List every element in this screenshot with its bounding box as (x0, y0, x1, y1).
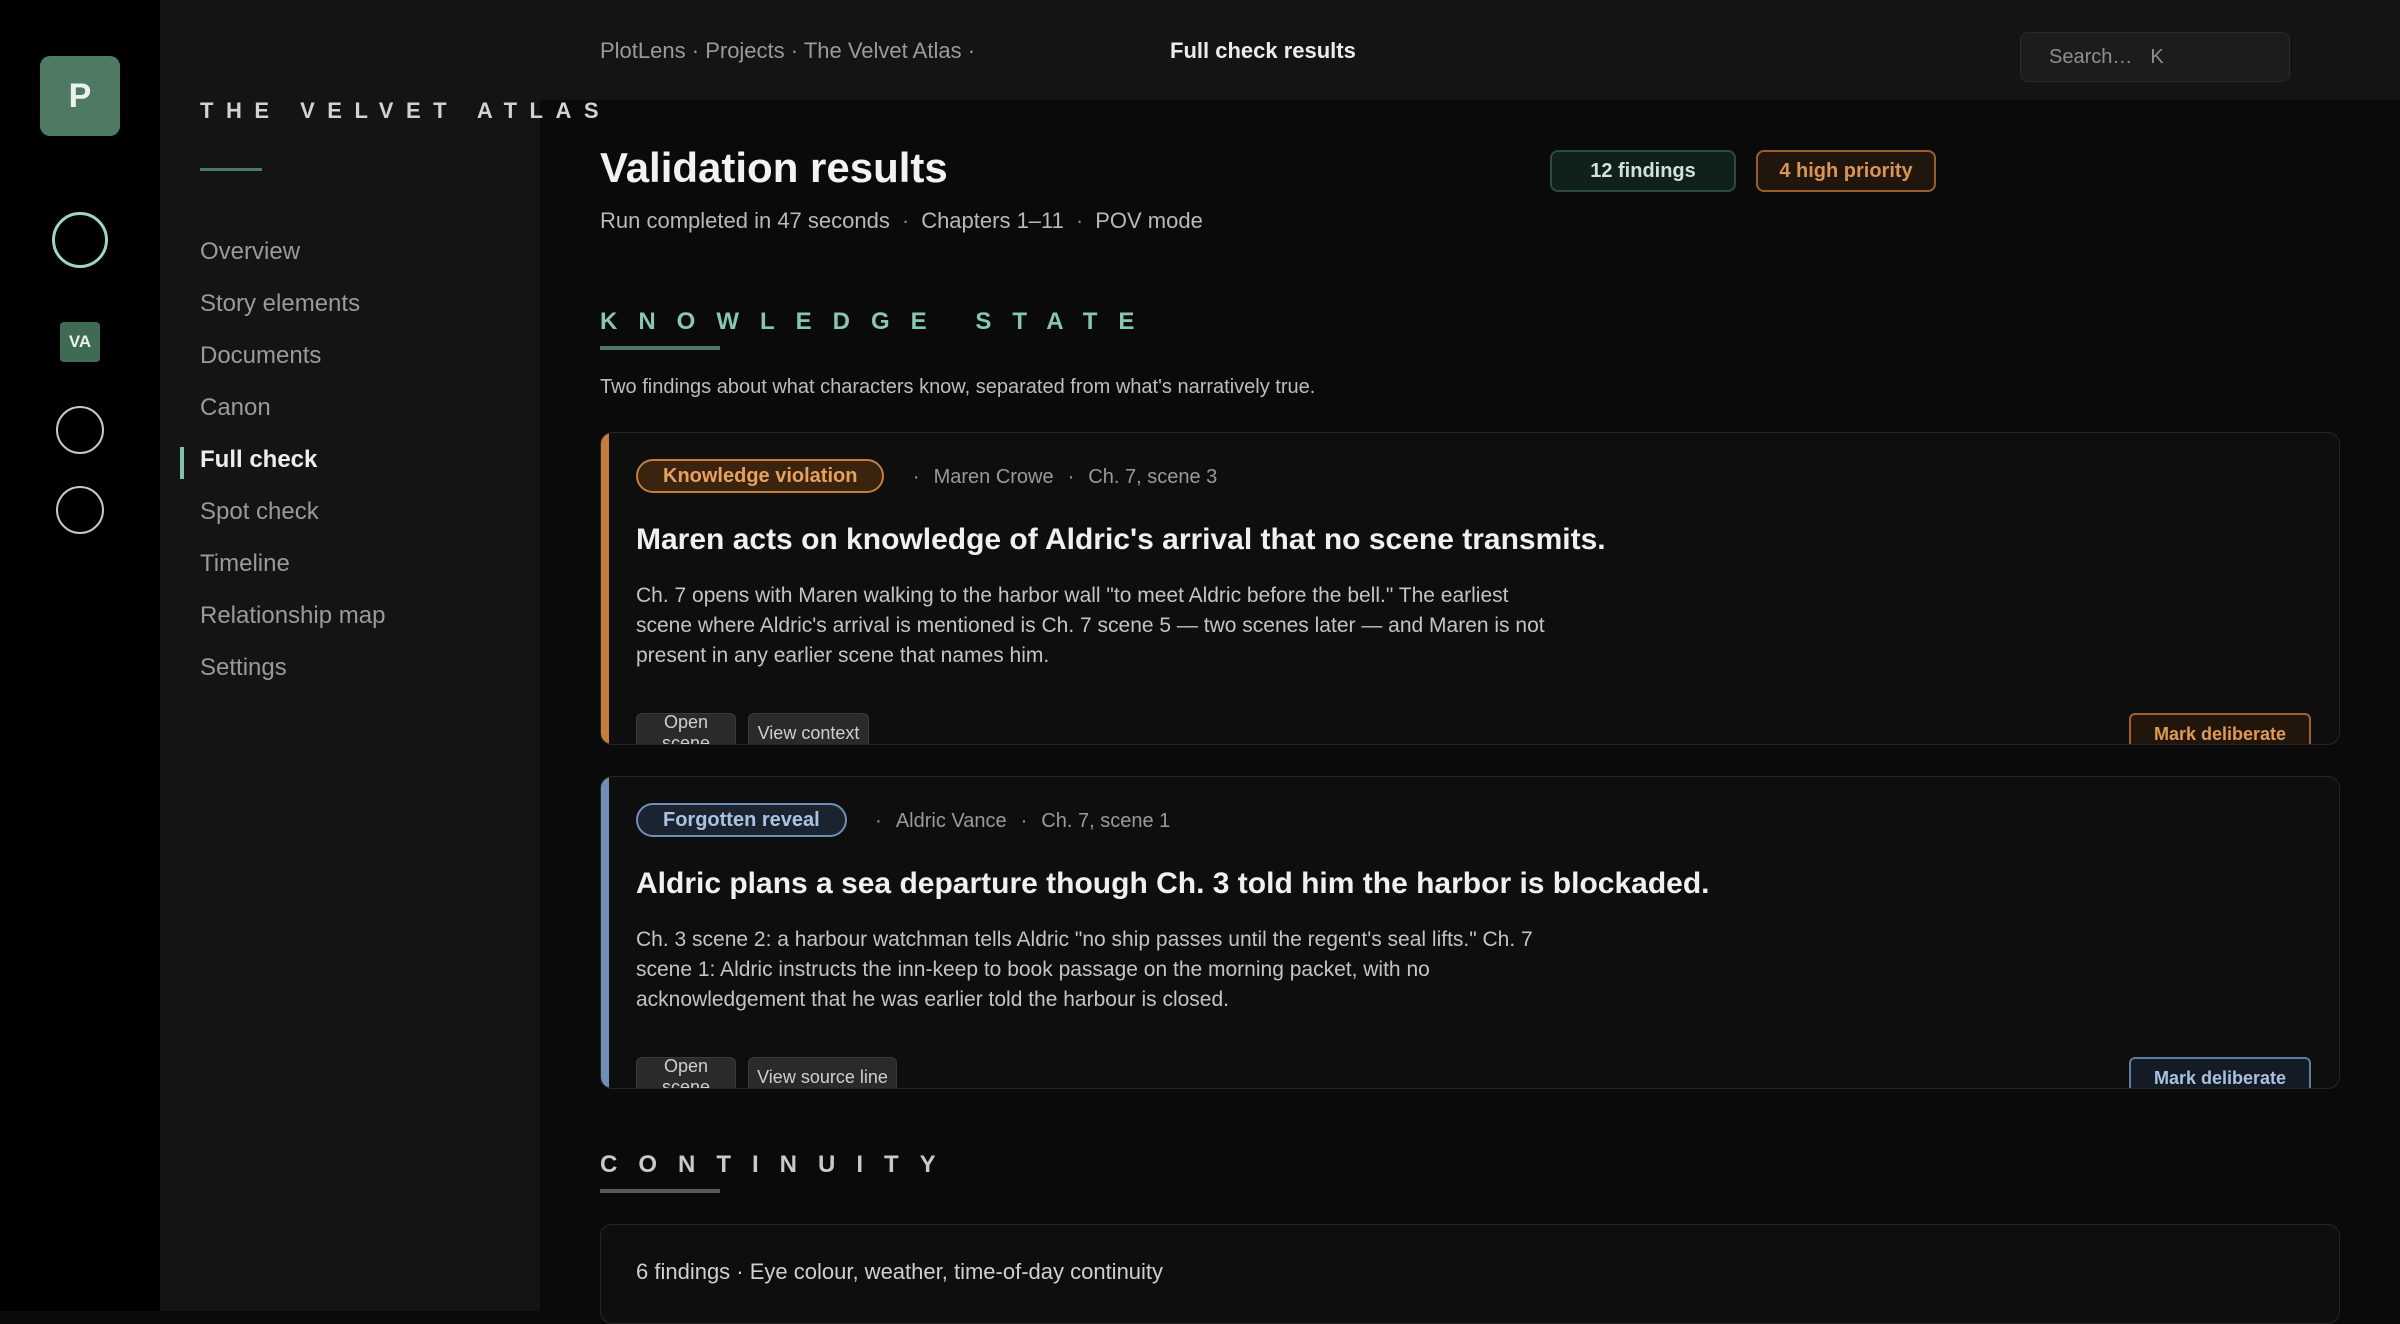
sidebar-item-settings[interactable]: Settings (200, 646, 385, 698)
run-meta: Run completed in 47 seconds · Chapters 1–1… (600, 208, 1203, 234)
finding-body: Ch. 7 opens with Maren walking to the ha… (636, 584, 1545, 667)
icon-rail: P VA (0, 0, 160, 1311)
sidebar-item-full-check[interactable]: Full check (179, 438, 385, 490)
finding-tag: Forgotten reveal (636, 803, 847, 837)
breadcrumb-separator: · (961, 38, 976, 63)
breadcrumb: PlotLens · Projects · The Velvet Atlas · (600, 38, 975, 64)
search-placeholder: Search… (2049, 45, 2133, 68)
section-underline (600, 1189, 720, 1193)
rail-circle-icon-active[interactable] (52, 212, 108, 268)
meta-separator: · (901, 208, 910, 233)
breadcrumb-separator: · (685, 38, 706, 63)
section-heading-continuity: CONTINUITY (600, 1151, 957, 1178)
rail-circle-icon[interactable] (56, 406, 104, 454)
high-priority-badge[interactable]: 4 high priority (1756, 150, 1936, 192)
run-duration: Run completed in 47 seconds (600, 208, 890, 233)
section-heading-knowledge: KNOWLEDGE STATE (600, 308, 1156, 335)
sidebar-item-canon[interactable]: Canon (200, 386, 385, 438)
finding-character[interactable]: Aldric Vance (896, 810, 1007, 832)
breadcrumb-projects[interactable]: Projects (705, 38, 784, 63)
finding-body: Ch. 3 scene 2: a harbour watchman tells … (636, 928, 1533, 1011)
sidebar-item-documents[interactable]: Documents (200, 334, 385, 386)
search-input[interactable]: Search… K (2020, 32, 2290, 82)
sidebar: Overview Story elements Documents Canon … (160, 0, 540, 1311)
card-accent-bar (601, 777, 609, 1088)
view-context-button[interactable]: View context (748, 713, 869, 744)
sidebar-item-spot-check[interactable]: Spot check (200, 490, 385, 542)
rail-circle-icon[interactable] (56, 486, 104, 534)
finding-card: Forgotten reveal · Aldric Vance · Ch. 7, sc… (600, 776, 2340, 1089)
breadcrumb-separator: · (784, 38, 804, 63)
open-scene-button[interactable]: Open scene (636, 1056, 736, 1088)
breadcrumb-plotlens[interactable]: PlotLens (600, 38, 686, 63)
breadcrumb-project[interactable]: The Velvet Atlas (804, 38, 962, 63)
search-shortcut-hint: K (2150, 45, 2164, 68)
open-scene-button[interactable]: Open scene (636, 712, 736, 744)
findings-count-badge[interactable]: 12 findings (1550, 150, 1736, 192)
finding-title: Aldric plans a sea departure though Ch. … (636, 867, 1710, 900)
mark-deliberate-button[interactable]: Mark deliberate (2129, 1057, 2311, 1088)
section-underline (600, 346, 720, 350)
finding-location[interactable]: Ch. 7, scene 3 (1088, 466, 1217, 488)
page-title: Validation results (600, 144, 948, 191)
page-tab-title: Full check results (1170, 38, 1356, 63)
sidebar-nav: Overview Story elements Documents Canon … (179, 230, 385, 698)
meta-separator: · (1075, 208, 1084, 233)
run-chapters: Chapters 1–11 (921, 208, 1064, 233)
run-mode: POV mode (1095, 208, 1203, 233)
finding-card: Knowledge violation · Maren Crowe · Ch. 7, … (600, 432, 2340, 745)
section-description: Two findings about what characters know,… (600, 376, 1316, 398)
top-bar: PlotLens · Projects · The Velvet Atlas ·… (540, 0, 2400, 100)
continuity-summary-card[interactable]: 6 findings · Eye colour, weather, time-o… (600, 1224, 2340, 1324)
sidebar-item-story-elements[interactable]: Story elements (200, 282, 385, 334)
project-badge[interactable]: VA (60, 322, 100, 362)
sidebar-item-timeline[interactable]: Timeline (200, 542, 385, 594)
sidebar-item-relationship-map[interactable]: Relationship map (200, 594, 385, 646)
finding-location[interactable]: Ch. 7, scene 1 (1041, 810, 1170, 832)
finding-title: Maren acts on knowledge of Aldric's arri… (636, 523, 1606, 556)
card-accent-bar (601, 433, 609, 744)
continuity-summary: 6 findings · Eye colour, weather, time-o… (636, 1259, 1164, 1284)
finding-tag: Knowledge violation (636, 459, 885, 493)
view-source-line-button[interactable]: View source line (748, 1057, 897, 1088)
finding-character[interactable]: Maren Crowe (934, 466, 1054, 488)
sidebar-item-overview[interactable]: Overview (200, 230, 385, 282)
mark-deliberate-button[interactable]: Mark deliberate (2129, 713, 2311, 744)
app-logo[interactable]: P (40, 56, 120, 136)
project-name: THE VELVET ATLAS (200, 98, 612, 123)
sidebar-divider (200, 168, 262, 171)
